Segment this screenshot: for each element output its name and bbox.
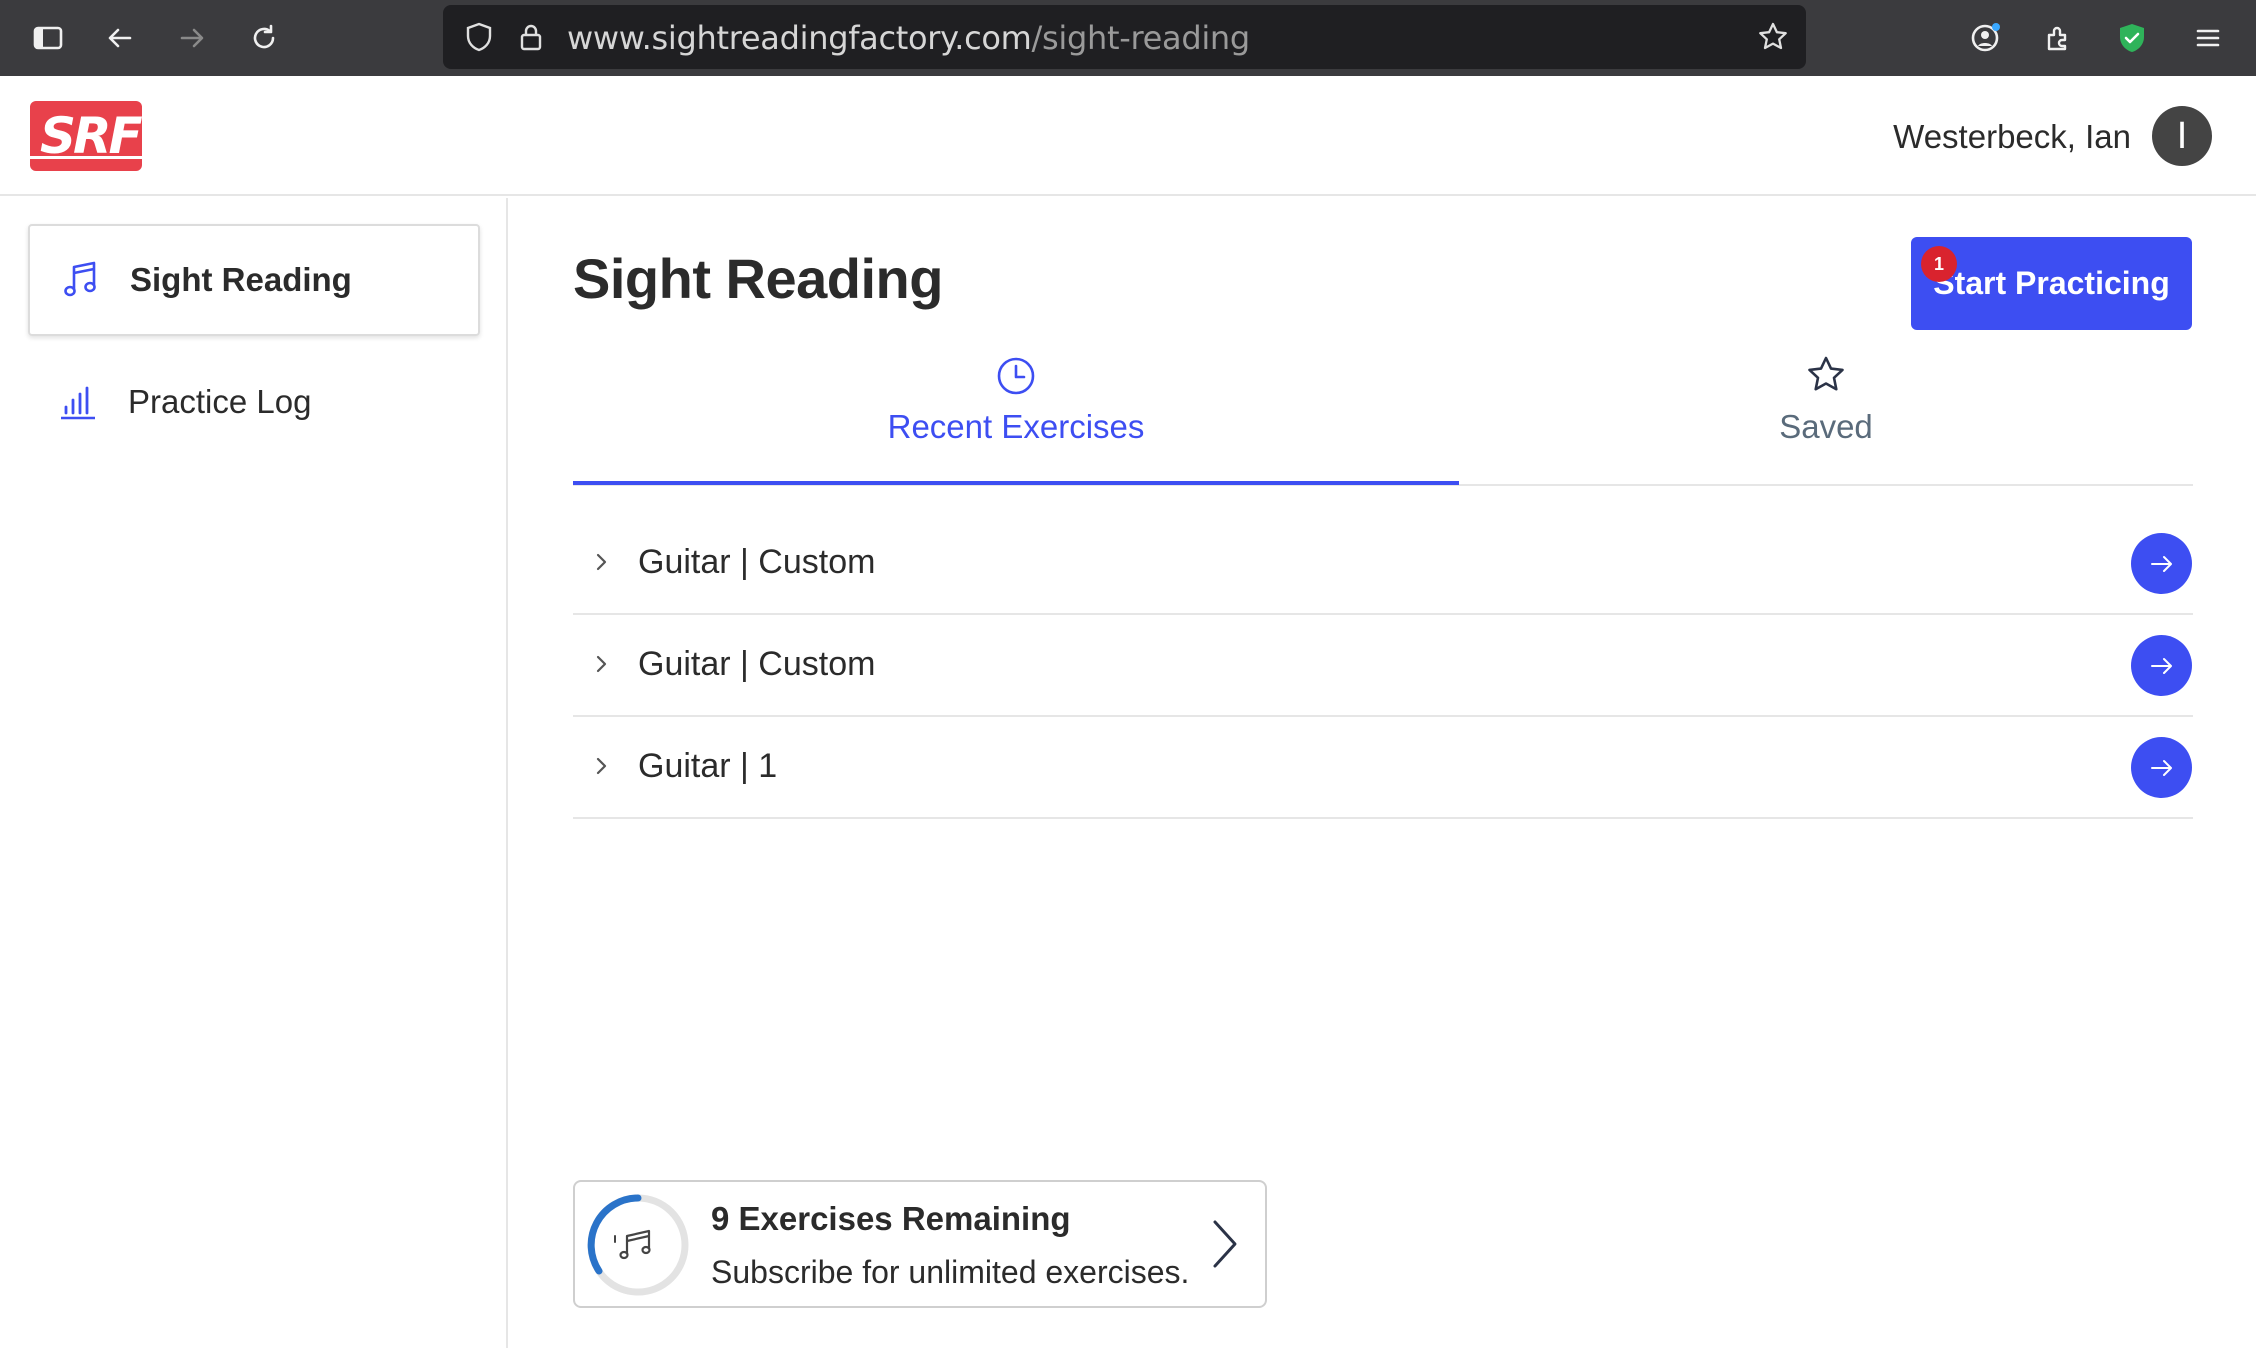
exercise-label: Guitar | 1 — [638, 747, 778, 785]
music-notes-icon — [614, 1229, 651, 1260]
avatar[interactable]: I — [2152, 106, 2212, 166]
url-text[interactable]: www.sightreadingfactory.com/sight-readin… — [567, 19, 1250, 57]
shield-icon[interactable] — [455, 13, 503, 61]
address-bar[interactable]: www.sightreadingfactory.com/sight-readin… — [443, 5, 1806, 69]
music-note-icon — [64, 261, 96, 297]
sidebar: Sight Reading Practice Log — [0, 198, 508, 1348]
sidebar-item-practice-log[interactable]: Practice Log — [28, 346, 480, 458]
tab-label: Saved — [1779, 408, 1873, 445]
logo-stripe — [30, 156, 142, 159]
open-exercise-button[interactable] — [2131, 635, 2192, 696]
browser-toolbar: www.sightreadingfactory.com/sight-readin… — [0, 0, 2256, 76]
chevron-right-icon[interactable] — [589, 753, 615, 779]
remaining-progress-ring — [587, 1194, 689, 1296]
exercise-row[interactable]: Guitar | Custom — [573, 615, 2193, 717]
app-header: SRF Westerbeck, Ian I — [0, 76, 2256, 196]
back-icon[interactable] — [96, 14, 144, 62]
tab-label: Recent Exercises — [887, 408, 1145, 445]
remaining-title: 9 Exercises Remaining — [711, 1200, 1071, 1237]
sidebar-item-label: Sight Reading — [130, 261, 352, 298]
srf-logo[interactable]: SRF — [30, 101, 142, 171]
bookmark-star-icon[interactable] — [1749, 13, 1797, 61]
page-title: Sight Reading — [573, 247, 943, 310]
chevron-right-icon[interactable] — [589, 651, 615, 677]
user-name[interactable]: Westerbeck, Ian — [1893, 118, 2131, 156]
extensions-icon[interactable] — [2033, 14, 2081, 62]
menu-icon[interactable] — [2184, 14, 2232, 62]
sidebar-item-label: Practice Log — [128, 383, 312, 420]
forward-icon[interactable] — [168, 14, 216, 62]
clock-icon — [997, 357, 1035, 395]
remaining-subtitle: Subscribe for unlimited exercises. — [711, 1254, 1190, 1290]
exercise-label: Guitar | Custom — [638, 543, 876, 581]
open-exercise-button[interactable] — [2131, 533, 2192, 594]
arrow-right-icon — [2150, 759, 2172, 776]
exercises-remaining-card[interactable]: 9 Exercises Remaining Subscribe for unli… — [573, 1180, 1267, 1308]
sidebar-toggle-icon[interactable] — [24, 14, 72, 62]
tab-recent-exercises[interactable]: Recent Exercises — [573, 340, 1459, 485]
tab-saved[interactable]: Saved — [1459, 340, 2193, 486]
account-icon[interactable] — [1961, 14, 2009, 62]
open-exercise-button[interactable] — [2131, 737, 2192, 798]
chevron-right-icon[interactable] — [1205, 1216, 1245, 1272]
reload-icon[interactable] — [240, 14, 288, 62]
sidebar-item-sight-reading[interactable]: Sight Reading — [28, 224, 480, 336]
chevron-right-icon[interactable] — [589, 549, 615, 575]
exercise-tabs: Recent Exercises Saved — [573, 340, 2193, 486]
lock-icon[interactable] — [507, 13, 555, 61]
start-practicing-button[interactable]: Start Practicing — [1911, 237, 2192, 330]
notification-badge: 1 — [1921, 246, 1957, 282]
shield-check-icon[interactable] — [2108, 14, 2156, 62]
bar-chart-icon — [61, 386, 95, 420]
exercise-row[interactable]: Guitar | 1 — [573, 717, 2193, 819]
arrow-right-icon — [2150, 555, 2172, 572]
exercise-label: Guitar | Custom — [638, 645, 876, 683]
star-icon — [1808, 356, 1844, 391]
arrow-right-icon — [2150, 657, 2172, 674]
exercise-row[interactable]: Guitar | Custom — [573, 513, 2193, 615]
